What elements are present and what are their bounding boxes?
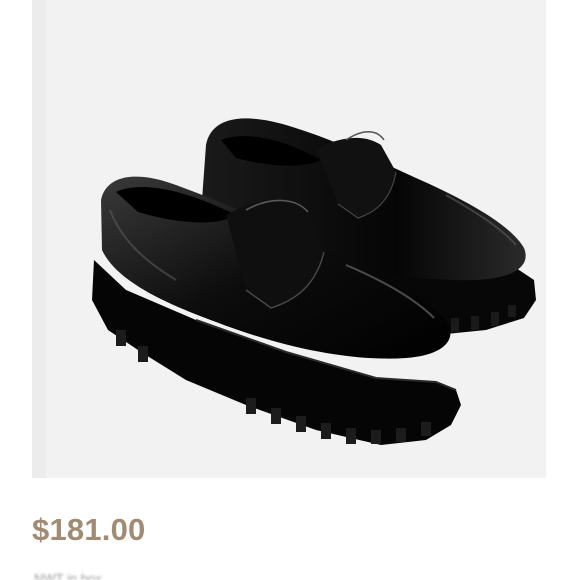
product-subtext: NWT in box <box>34 571 102 580</box>
loafers-image <box>92 118 536 445</box>
price-label: $181.00 <box>32 512 146 547</box>
page-margin-right <box>546 0 580 478</box>
page-margin-left <box>0 0 32 478</box>
gallery-divider <box>32 0 46 478</box>
product-photo[interactable] <box>46 0 546 478</box>
